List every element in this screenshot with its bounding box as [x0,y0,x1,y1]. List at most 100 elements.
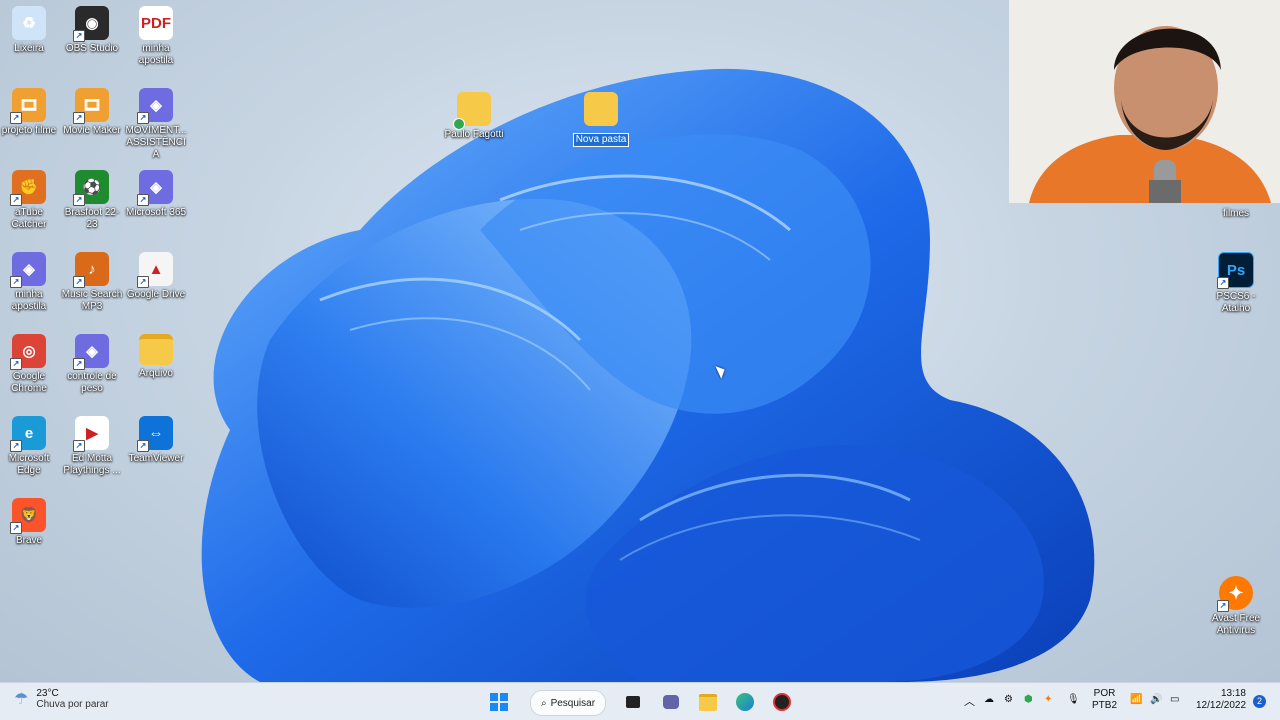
desktop-icon-label: Paulo Fagotti [444,129,504,140]
desktop-icon-label: OBS Studio [65,43,119,54]
taskbar: ☂ 23°C Chuva por parar ⌕ Pesquisar ︿ ☁ ⚙… [0,682,1280,720]
desktop-icon-label: Movie Maker [63,125,121,136]
desktop-icon[interactable]: ◎ ↗ Google Chrome [0,334,61,395]
folder-icon [584,92,618,126]
taskbar-search-button[interactable]: ⌕ Pesquisar [530,690,606,716]
language-indicator[interactable]: POR PTB2 [1092,688,1117,712]
desktop-icon[interactable]: 🎞 ↗ Movie Maker [60,88,124,137]
microsoft365-icon: ◈ ↗ [73,334,109,370]
desktop-icon-label: filmes [1222,208,1250,219]
desktop-icon-label: Microsoft 365 [125,207,187,218]
desktop-icon-label: TeamViewer [128,453,184,464]
chrome-icon: ◎ ↗ [10,334,46,370]
volume-icon[interactable]: 🔊 [1150,694,1162,705]
folder-icon [139,334,173,365]
desktop-icon-label: Microsoft Edge [8,453,50,476]
search-label: Pesquisar [550,697,596,709]
microsoft365-icon: ◈ ↗ [137,170,173,206]
desktop-icon[interactable]: ⇔ ↗ TeamViewer [124,416,188,465]
weather-temperature: 23°C [36,688,59,699]
desktop-icon-label: PSCS6 - Atalho [1216,291,1256,314]
clock[interactable]: 13:18 12/12/2022 [1196,688,1246,712]
desktop-icon[interactable]: ✊ ↗ aTube Catcher [0,170,61,231]
desktop-icon[interactable]: ◈ ↗ MOVIMENT... ASSISTÊNCIA [124,88,188,161]
weather-widget[interactable]: ☂ 23°C Chuva por parar [14,688,109,710]
windows-logo-icon [490,693,508,711]
weather-description: Chuva por parar [36,699,109,710]
obs-taskbar-button[interactable] [769,690,795,714]
desktop-icon[interactable]: PDF minha apostila [124,6,188,67]
desktop-icon-photoshop[interactable]: Ps ↗ PSCS6 - Atalho [1204,252,1268,315]
desktop-icon-label: controle de peso [67,371,117,394]
webcam-overlay [1009,0,1280,203]
keyboard-layout: PTB2 [1092,700,1118,711]
recycle-bin-icon: ♻ [12,6,46,40]
desktop-icon-folder-nova-pasta[interactable]: Nova pasta [569,92,633,147]
security-icon[interactable]: ⬢ [1024,694,1033,705]
desktop-icon-folder-filmes[interactable]: filmes [1204,208,1268,220]
teams-chat-button[interactable] [658,690,684,714]
weather-icon: ☂ [14,691,29,708]
desktop-icon-avast[interactable]: ✦ ↗ Avast Free Antivirus [1204,576,1268,637]
rename-text-field[interactable]: Nova pasta [572,133,630,147]
clock-date: 12/12/2022 [1196,700,1247,711]
desktop-icon[interactable]: ♻ Lixeira [0,6,61,55]
desktop-icon[interactable]: ▶ ↗ Ed Motta Playthings ... [60,416,124,477]
desktop-icon[interactable]: ▲ ↗ Google Drive [124,252,188,301]
desktop-icon[interactable]: ◉ ↗ OBS Studio [60,6,124,55]
desktop-icon[interactable]: 🎞 ↗ projeto filme [0,88,61,137]
desktop-icon[interactable]: Arquivo [124,334,188,380]
desktop-icon-folder-paulo[interactable]: Paulo Fagotti [442,92,506,141]
desktop-icon-label: Google Drive [126,289,186,300]
google-drive-icon: ▲ ↗ [137,252,173,288]
avast-icon: ✦ ↗ [1217,576,1253,612]
movie-maker-icon: 🎞 ↗ [10,88,46,124]
desktop-icon-label: Avast Free Antivirus [1211,613,1261,636]
notification-badge[interactable]: 2 [1253,695,1266,708]
folder-icon [699,693,717,711]
file-explorer-button[interactable] [695,690,721,714]
desktop-icon[interactable]: 🦁 ↗ Brave [0,498,61,547]
desktop-icon[interactable]: ◈ ↗ controle de peso [60,334,124,395]
obs-icon: ◉ ↗ [73,6,109,42]
desktop-icon[interactable]: e ↗ Microsoft Edge [0,416,61,477]
movie-maker-icon: 🎞 ↗ [73,88,109,124]
onedrive-icon[interactable]: ☁ [984,694,994,705]
notification-count: 2 [1256,696,1262,706]
microsoft365-icon: ◈ ↗ [10,252,46,288]
desktop-icon-label: aTube Catcher [11,207,47,230]
microphone-icon[interactable]: 🎙 [1067,694,1080,705]
desktop-icon-label: Lixeira [14,43,44,54]
music-search-icon: ♪ ↗ [73,252,109,288]
edge-taskbar-button[interactable] [732,690,758,714]
media-file-icon: ▶ ↗ [73,416,109,452]
desktop-icon[interactable]: ◈ ↗ Microsoft 365 [124,170,188,219]
language-code: POR [1093,688,1116,699]
chat-icon [663,695,679,709]
desktop-icon-label: minha apostila [11,289,47,312]
task-view-icon [626,696,640,708]
obs-icon [773,693,791,711]
desktop-icon[interactable]: ⚽ ↗ Brasfoot 22-23 [60,170,124,231]
photoshop-icon: Ps ↗ [1217,252,1254,289]
microsoft365-icon: ◈ ↗ [137,88,173,124]
tray-app-icon[interactable]: ⚙ [1004,694,1013,705]
desktop-icon-label: Brasfoot 22-23 [64,207,120,230]
desktop-icon-label: Arquivo [139,368,173,379]
start-button[interactable] [486,690,512,714]
battery-icon[interactable]: ▭ [1170,694,1179,705]
desktop-icon[interactable]: ♪ ↗ Music Search MP3 [60,252,124,313]
teamviewer-icon: ⇔ ↗ [137,416,173,452]
folder-icon [453,92,491,130]
desktop-icon-label: Brave [15,535,43,546]
desktop-icon-label: Ed Motta Playthings ... [63,453,121,476]
avast-tray-icon[interactable]: ✦ [1044,694,1052,705]
clock-time: 13:18 [1220,688,1246,699]
task-view-button[interactable] [620,690,646,714]
show-hidden-icons-chevron[interactable]: ︿ [964,693,975,709]
search-icon: ⌕ [540,697,547,709]
wifi-icon[interactable]: 📶 [1130,694,1142,705]
desktop-icon[interactable]: ◈ ↗ minha apostila [0,252,61,313]
edge-icon: e ↗ [10,416,46,452]
desktop-icon-label: projeto filme [1,125,57,136]
